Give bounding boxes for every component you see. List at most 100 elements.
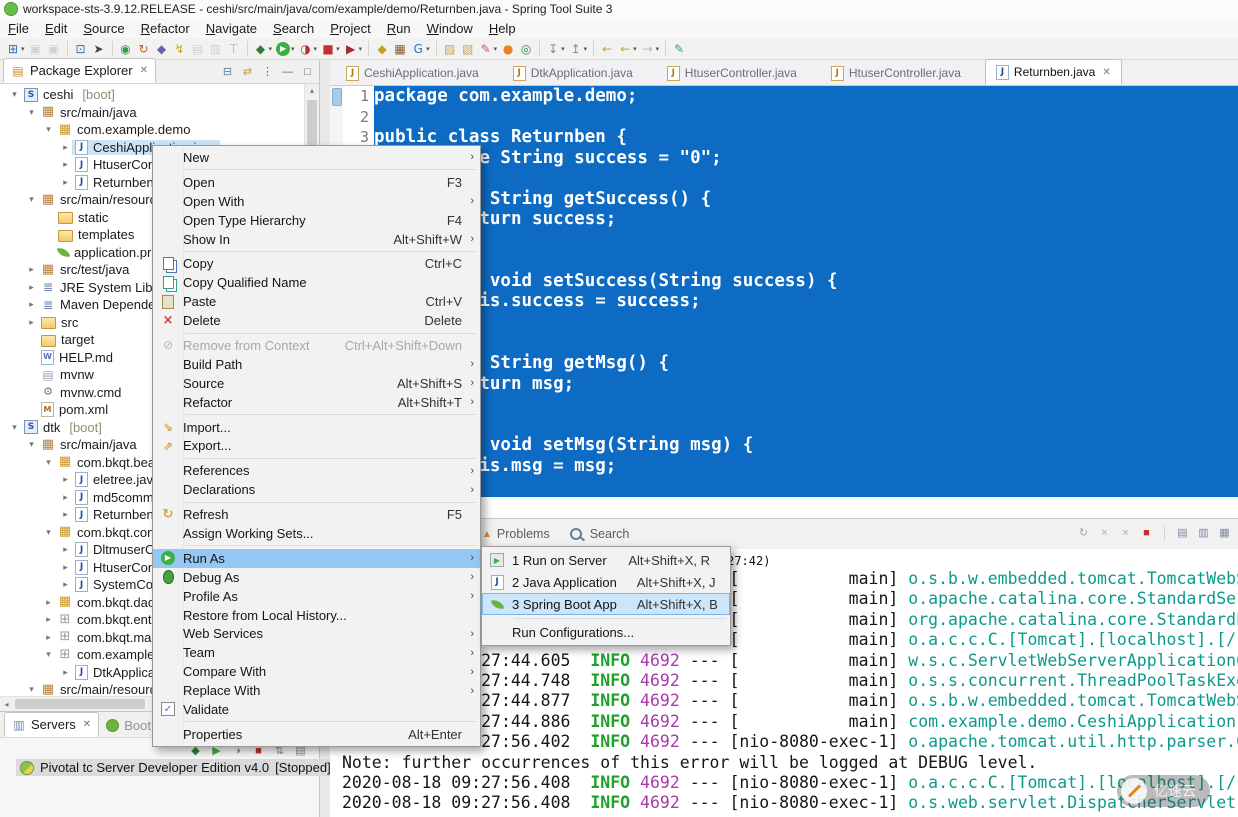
menu-item-remove-from-context[interactable]: ⊘Remove from ContextCtrl+Alt+Shift+Down (153, 336, 480, 355)
expander-icon[interactable]: ▸ (25, 317, 38, 328)
expander-icon[interactable]: ▸ (59, 509, 72, 520)
menu-item-open-with[interactable]: Open With› (153, 192, 480, 211)
menu-item-delete[interactable]: ×DeleteDelete (153, 311, 480, 330)
menu-item-validate[interactable]: ✓Validate (153, 700, 480, 719)
tab-package-explorer[interactable]: ▤ Package Explorer ✕ (3, 58, 156, 83)
menubar-refactor[interactable]: Refactor (133, 21, 198, 36)
tree-item-ceshi[interactable]: ▾Sceshi[boot] (0, 86, 305, 104)
menu-item-import[interactable]: ⇘Import... (153, 418, 480, 437)
toolbar-spring-restart-button[interactable]: ↻ (135, 40, 153, 58)
show-console-icon[interactable]: ↻ (1076, 525, 1091, 540)
editor-tab-dtkapplication-java[interactable]: JDtkApplication.java (503, 61, 643, 85)
expander-icon[interactable]: ▾ (42, 527, 55, 538)
menu-item-properties[interactable]: PropertiesAlt+Enter (153, 725, 480, 744)
toolbar-save-all-button[interactable]: ▣ (45, 40, 63, 58)
toolbar-web-globe-button[interactable]: G▾ (409, 40, 432, 58)
toolbar-doc-one-button[interactable]: ▤ (189, 40, 207, 58)
expander-icon[interactable]: ▸ (59, 142, 72, 153)
scroll-lock-icon[interactable]: ▥ (1196, 525, 1211, 540)
toolbar-coverage-button[interactable]: ◑▾ (297, 40, 320, 58)
menu-item-refactor[interactable]: RefactorAlt+Shift+T› (153, 393, 480, 412)
expander-icon[interactable]: ▸ (42, 632, 55, 643)
menubar-run[interactable]: Run (379, 21, 419, 36)
close-icon[interactable]: ✕ (140, 65, 148, 76)
menu-item-profile-as[interactable]: Profile As› (153, 587, 480, 606)
expander-icon[interactable]: ▸ (59, 562, 72, 573)
scroll-up-icon[interactable]: ▴ (305, 84, 319, 97)
menu-item-2-java-application[interactable]: J2 Java ApplicationAlt+Shift+X, J (482, 571, 730, 593)
menu-item-paste[interactable]: PasteCtrl+V (153, 292, 480, 311)
menubar-file[interactable]: File (0, 21, 37, 36)
expander-icon[interactable]: ▾ (8, 422, 21, 433)
code-area[interactable]: package com.example.demo; public class R… (374, 86, 1238, 518)
menu-item-assign-working-sets[interactable]: Assign Working Sets... (153, 524, 480, 543)
tree-item-com-example-demo[interactable]: ▾▦com.example.demo (0, 121, 305, 139)
menubar-navigate[interactable]: Navigate (198, 21, 265, 36)
toolbar-profile-button[interactable]: ■▾ (319, 40, 342, 58)
scroll-left-icon[interactable]: ◂ (0, 698, 13, 711)
terminate-icon[interactable]: ■ (1139, 525, 1154, 540)
menubar-project[interactable]: Project (322, 21, 378, 36)
menu-item-3-spring-boot-app[interactable]: 3 Spring Boot AppAlt+Shift+X, B (482, 593, 730, 615)
tab-servers[interactable]: ▥Servers✕ (4, 712, 99, 737)
menu-item-run-configurations[interactable]: Run Configurations... (482, 621, 730, 643)
expander-icon[interactable]: ▾ (42, 457, 55, 468)
expander-icon[interactable]: ▸ (25, 282, 38, 293)
toolbar-boot-start-button[interactable]: ◉ (117, 40, 135, 58)
menu-item-new[interactable]: New› (153, 148, 480, 167)
remove-all-launches-icon[interactable]: × (1118, 525, 1133, 540)
toolbar-quick-fix-button[interactable]: ↯ (171, 40, 189, 58)
editor-tab-htusercontroller-java[interactable]: JHtuserController.java (657, 61, 807, 85)
editor-tab-ceshiapplication-java[interactable]: JCeshiApplication.java (336, 61, 489, 85)
toolbar-prev-annotation-button[interactable]: ↥▾ (567, 40, 590, 58)
expander-icon[interactable]: ▸ (59, 159, 72, 170)
toolbar-new-wizard-button[interactable]: ⊞▾ (4, 40, 27, 58)
link-with-editor-icon[interactable]: ⇄ (240, 64, 255, 79)
expander-icon[interactable]: ▸ (25, 299, 38, 310)
toolbar-text-tool-button[interactable]: T (225, 40, 243, 58)
menu-item-debug-as[interactable]: Debug As› (153, 568, 480, 587)
toolbar-new-java-project-button[interactable]: ◆ (373, 40, 391, 58)
editor-tab-returnben-java[interactable]: JReturnben.java✕ (985, 59, 1122, 85)
toolbar-new-package-button[interactable]: ▦ (391, 40, 409, 58)
expander-icon[interactable]: ▾ (8, 89, 21, 100)
remove-launch-icon[interactable]: × (1097, 525, 1112, 540)
clear-console-icon[interactable]: ▤ (1175, 525, 1190, 540)
menu-item-open-type-hierarchy[interactable]: Open Type HierarchyF4 (153, 211, 480, 230)
expander-icon[interactable]: ▸ (42, 614, 55, 625)
menu-item-references[interactable]: References› (153, 461, 480, 480)
menu-item-team[interactable]: Team› (153, 643, 480, 662)
toolbar-brush-button[interactable]: ✎▾ (477, 40, 500, 58)
close-icon[interactable]: ✕ (83, 719, 91, 730)
close-icon[interactable]: ✕ (1102, 67, 1110, 78)
menu-item-refresh[interactable]: ↻RefreshF5 (153, 505, 480, 524)
menu-item-copy-qualified-name[interactable]: Copy Qualified Name (153, 273, 480, 292)
menu-item-declarations[interactable]: Declarations› (153, 480, 480, 499)
expander-icon[interactable]: ▸ (59, 579, 72, 590)
toolbar-select-pointer-button[interactable]: ➤ (90, 40, 108, 58)
toolbar-back-history-button[interactable]: ←▾ (616, 40, 639, 58)
menu-item-restore-from-local-history[interactable]: Restore from Local History... (153, 606, 480, 625)
expander-icon[interactable]: ▾ (25, 684, 38, 695)
toolbar-orange-ball-button[interactable]: ● (499, 40, 517, 58)
menu-item-source[interactable]: SourceAlt+Shift+S› (153, 374, 480, 393)
toolbar-external-tools-button[interactable]: ▶▾ (342, 40, 365, 58)
menu-item-build-path[interactable]: Build Path› (153, 355, 480, 374)
expander-icon[interactable]: ▸ (59, 177, 72, 188)
menu-item-replace-with[interactable]: Replace With› (153, 681, 480, 700)
toolbar-doc-two-button[interactable]: ▥ (207, 40, 225, 58)
menu-item-run-as[interactable]: ▶Run As› (153, 549, 480, 568)
menu-item-compare-with[interactable]: Compare With› (153, 662, 480, 681)
expander-icon[interactable]: ▾ (25, 194, 38, 205)
expander-icon[interactable]: ▸ (59, 474, 72, 485)
expander-icon[interactable]: ▾ (42, 124, 55, 135)
expander-icon[interactable]: ▸ (59, 667, 72, 678)
toolbar-debug-button[interactable]: ◆▾ (252, 40, 275, 58)
expander-icon[interactable]: ▾ (42, 649, 55, 660)
menubar-window[interactable]: Window (419, 21, 481, 36)
tab-problems[interactable]: ▲Problems (482, 527, 550, 541)
toolbar-open-resource-button[interactable]: ▨ (441, 40, 459, 58)
toolbar-globe-button[interactable]: ◎ (517, 40, 535, 58)
pin-console-icon[interactable]: ▦ (1217, 525, 1232, 540)
minimize-icon[interactable]: — (280, 64, 295, 79)
